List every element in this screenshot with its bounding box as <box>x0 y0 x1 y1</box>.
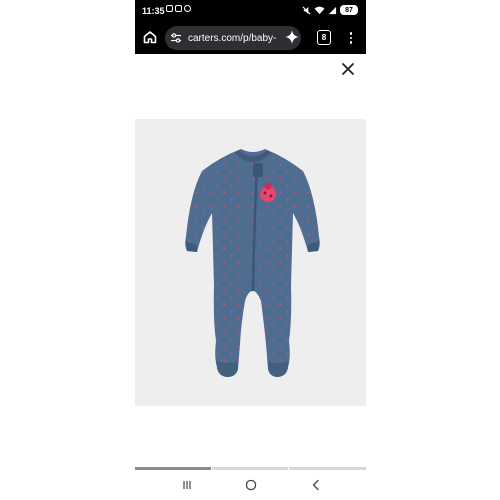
menu-dot <box>349 41 353 44</box>
android-nav-bar <box>135 474 366 500</box>
gallery-progress <box>135 467 366 470</box>
ladybug-spot <box>263 191 267 195</box>
spotify-icon <box>184 5 191 12</box>
url-bar[interactable]: carters.com/p/baby- <box>165 26 301 50</box>
notification-icon <box>175 5 182 12</box>
wifi-icon <box>314 6 325 14</box>
status-notification-icons <box>166 5 191 12</box>
mute-icon <box>302 6 311 14</box>
ladybug-spot <box>269 194 273 198</box>
menu-dot <box>349 36 353 40</box>
right-foot <box>268 361 289 377</box>
home-icon[interactable] <box>142 29 158 45</box>
zipper-tab <box>253 163 263 177</box>
close-icon[interactable] <box>339 60 357 78</box>
back-icon[interactable] <box>310 479 322 491</box>
notification-icon <box>166 5 173 12</box>
ladybug-head <box>264 182 272 190</box>
url-text: carters.com/p/baby- <box>188 32 277 44</box>
left-foot <box>216 361 238 377</box>
status-bar: 11:35 87 <box>135 0 366 22</box>
product-image[interactable] <box>135 119 366 406</box>
status-system-icons: 87 <box>302 5 358 15</box>
signal-icon <box>328 6 337 14</box>
browser-toolbar: carters.com/p/baby- 8 <box>135 22 366 54</box>
sparkle-icon[interactable] <box>284 29 300 45</box>
sleep-and-play-image <box>185 149 320 377</box>
gallery-progress-segment <box>289 467 366 470</box>
recents-icon[interactable] <box>181 479 193 491</box>
home-circle-icon[interactable] <box>245 479 257 491</box>
status-time: 11:35 <box>142 6 165 16</box>
gallery-progress-segment <box>212 467 288 470</box>
site-settings-icon[interactable] <box>170 32 182 44</box>
battery-icon: 87 <box>340 5 358 15</box>
menu-dot <box>349 32 353 35</box>
more-vert-icon[interactable] <box>343 29 359 47</box>
phone-screen: 11:35 87 carters.com/p/baby- 8 <box>135 0 366 500</box>
tab-count: 8 <box>321 33 327 42</box>
gallery-progress-active <box>135 467 211 470</box>
tabs-icon[interactable]: 8 <box>317 30 331 45</box>
